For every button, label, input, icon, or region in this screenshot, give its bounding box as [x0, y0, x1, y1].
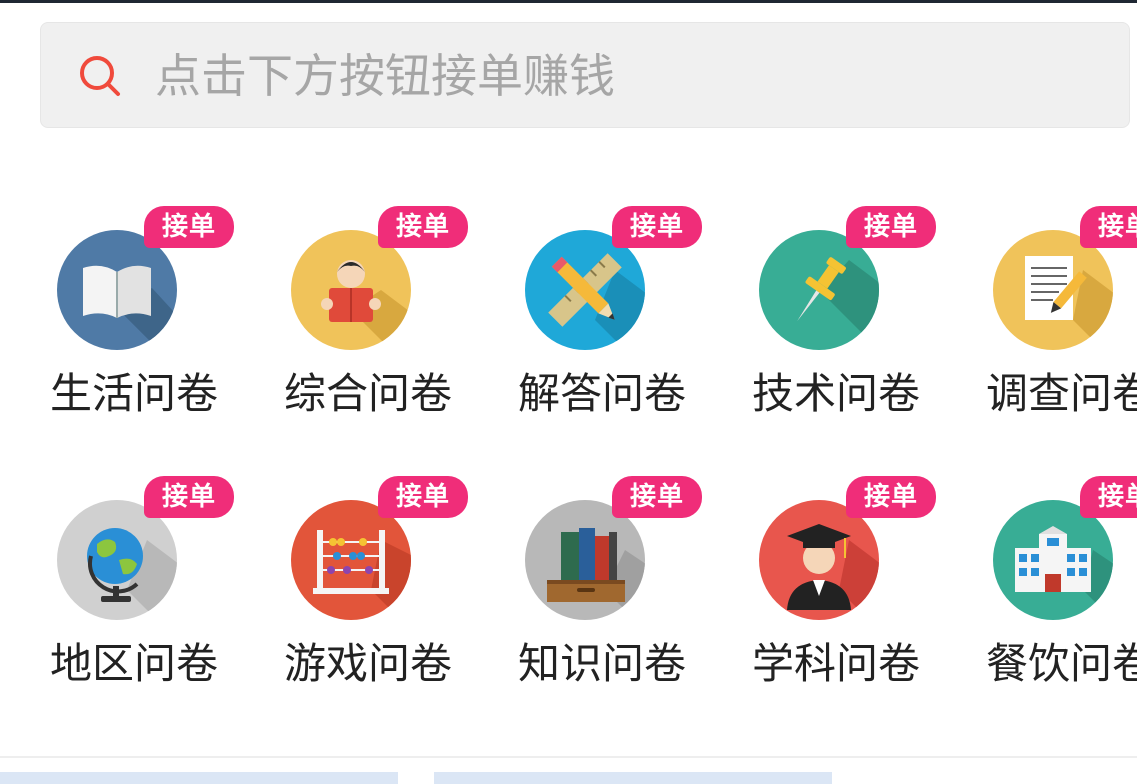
category-subject-survey[interactable]: 接单 学科问卷 — [736, 470, 970, 710]
category-answer-survey[interactable]: 接单 解答问卷 — [502, 200, 736, 440]
category-label: 调查问卷 — [985, 369, 1137, 418]
category-label: 学科问卷 — [751, 639, 920, 688]
category-label: 餐饮问卷 — [985, 639, 1137, 688]
take-order-badge: 接单 — [612, 206, 702, 248]
take-order-badge: 接单 — [144, 206, 234, 248]
category-life-survey[interactable]: 接单 生活问卷 — [34, 200, 268, 440]
banner-card-left[interactable] — [0, 772, 398, 784]
search-icon — [80, 56, 120, 96]
category-label: 解答问卷 — [517, 369, 686, 418]
category-label: 技术问卷 — [751, 369, 920, 418]
abacus-icon — [291, 500, 411, 620]
pushpin-icon — [759, 230, 879, 350]
banner-card-right[interactable] — [434, 772, 832, 784]
search-bar[interactable]: 点击下方按钮接单赚钱 — [40, 22, 1130, 128]
take-order-badge: 接单 — [378, 206, 468, 248]
category-research-survey[interactable]: 接单 调查问卷 — [970, 200, 1137, 440]
category-knowledge-survey[interactable]: 接单 知识问卷 — [502, 470, 736, 710]
take-order-badge: 接单 — [846, 476, 936, 518]
globe-icon — [57, 500, 177, 620]
take-order-badge: 接单 — [1080, 476, 1137, 518]
top-border — [0, 0, 1137, 3]
take-order-badge: 接单 — [1080, 206, 1137, 248]
take-order-badge: 接单 — [612, 476, 702, 518]
take-order-badge: 接单 — [846, 206, 936, 248]
section-divider — [0, 756, 1137, 758]
take-order-badge: 接单 — [144, 476, 234, 518]
notepad-pencil-icon — [993, 230, 1113, 350]
category-tech-survey[interactable]: 接单 技术问卷 — [736, 200, 970, 440]
category-region-survey[interactable]: 接单 地区问卷 — [34, 470, 268, 710]
graduate-icon — [759, 500, 879, 620]
category-label: 综合问卷 — [283, 369, 452, 418]
books-drawer-icon — [525, 500, 645, 620]
category-comprehensive-survey[interactable]: 接单 综合问卷 — [268, 200, 502, 440]
category-label: 游戏问卷 — [283, 639, 452, 688]
reader-icon — [291, 230, 411, 350]
search-placeholder: 点击下方按钮接单赚钱 — [155, 49, 615, 103]
category-dining-survey[interactable]: 接单 餐饮问卷 — [970, 470, 1137, 710]
building-icon — [993, 500, 1113, 620]
category-label: 知识问卷 — [517, 639, 686, 688]
ruler-pencil-icon — [525, 230, 645, 350]
book-icon — [57, 230, 177, 350]
category-label: 地区问卷 — [49, 639, 218, 688]
category-label: 生活问卷 — [49, 369, 218, 418]
category-game-survey[interactable]: 接单 游戏问卷 — [268, 470, 502, 710]
take-order-badge: 接单 — [378, 476, 468, 518]
